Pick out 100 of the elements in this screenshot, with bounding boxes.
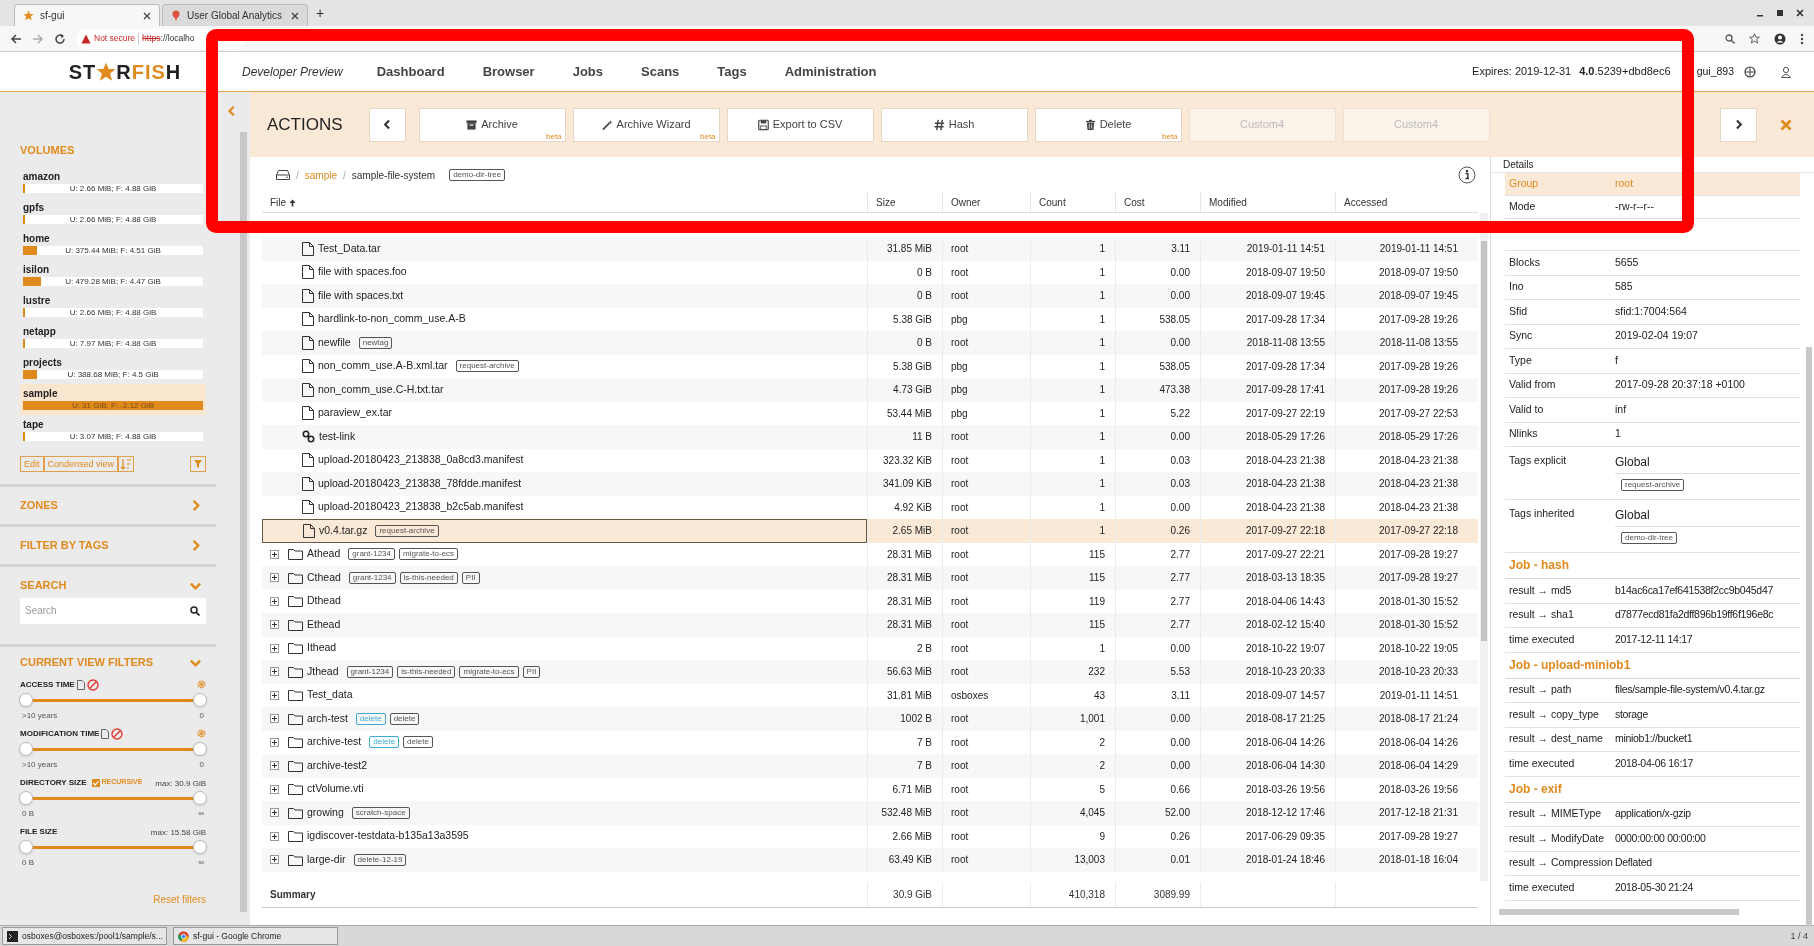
column-header[interactable]: Owner [942,193,1030,212]
tag-chip[interactable]: migrate-to-ecs [459,665,519,678]
detail-row[interactable]: Ino 585 [1505,275,1800,300]
close-icon[interactable] [1796,9,1804,17]
action-button[interactable]: Archive beta [418,107,566,142]
file-name[interactable]: large-dir [307,851,346,868]
table-row[interactable]: large-dir delete-12-19 63.49 KiB root 13,003 0.01 2018-01-24 18:46 2018-01-18 16:04 [262,848,1478,872]
slider-handle[interactable] [193,742,207,756]
column-header[interactable]: Accessed [1335,193,1468,212]
detail-row[interactable]: time executed 2018-04-06 16:17 [1505,752,1800,777]
taskbar-item[interactable]: osboxes@osboxes:/pool1/sample/s... [2,927,167,945]
file-name[interactable]: upload-20180423_213838_78fdde.manifest [318,475,522,492]
tag-chip[interactable]: request-archive [375,524,439,537]
table-row[interactable]: growing scratch-space 532.48 MiB root 4,045 52.00 2018-12-12 17:46 2017-12-18 21:31 [262,801,1478,825]
expand-icon[interactable] [270,714,279,724]
expand-icon[interactable] [270,831,279,841]
expand-icon[interactable] [270,667,279,677]
nav-link[interactable]: Browser [482,61,535,82]
table-row[interactable]: v0.4.tar.gz request-archive 2.65 MiB root 1 0.26 2017-09-27 22:18 2017-09-27 22:18 [262,519,1478,543]
table-row[interactable]: test-link 11 B root 1 0.00 2018-05-29 17:26 2018-05-29 17:26 [262,425,1478,449]
slider-handle[interactable] [19,693,33,707]
volume-item[interactable]: gpfs U: 2.66 MiB; F: 4.88 GiB [20,197,206,229]
tag-chip[interactable]: is-this-needed [399,571,458,584]
table-row[interactable]: Cthead grant-1234 is-this-needed PII 28.31 MiB root 115 2.77 2018-03-13 18:35 2017-09-28 19:27 [262,566,1478,590]
no-entry-icon[interactable] [86,678,99,691]
tag-chip[interactable]: scratch-space [351,806,410,819]
action-button[interactable]: Delete beta [1034,107,1182,142]
file-name[interactable]: ctVolume.vti [307,781,364,798]
expand-icon[interactable] [270,596,279,606]
volume-item[interactable]: lustre U: 2.66 MiB; F: 4.88 GiB [20,290,206,322]
expand-icon[interactable] [270,737,279,747]
browser-tab[interactable]: User Global Analytics [162,4,308,26]
file-name[interactable]: archive-test2 [307,757,368,774]
new-tab-button[interactable]: + [316,2,325,24]
scrollbar[interactable] [1499,909,1739,915]
browser-tab[interactable]: sf-gui [14,4,160,26]
file-name[interactable]: v0.4.tar.gz [319,522,368,539]
slider-handle[interactable] [19,742,33,756]
back-icon[interactable] [10,32,22,45]
nav-link[interactable]: Dashboard [376,61,445,82]
file-name[interactable]: arch-test [307,710,348,727]
detail-row[interactable]: time executed 2017-12-11 14:17 [1505,628,1800,653]
expand-icon[interactable] [270,620,279,630]
expand-icon[interactable] [270,573,279,583]
expand-icon[interactable] [270,784,279,794]
file-name[interactable]: Dthead [307,593,341,610]
file-name[interactable]: Cthead [307,569,341,586]
no-entry-icon[interactable] [111,727,124,740]
table-row[interactable]: upload-20180423_213838_78fdde.manifest 341.09 KiB root 1 0.03 2018-04-23 21:38 2018-04-23 21:38 [262,472,1478,496]
table-row[interactable]: newfile newtag 0 B root 1 0.00 2018-11-08 13:55 2018-11-08 13:55 [262,331,1478,355]
tag-chip[interactable]: request-archive [455,360,519,373]
scrollbar[interactable] [240,132,247,912]
nav-link[interactable]: Jobs [572,61,603,82]
close-icon[interactable] [143,11,151,20]
table-row[interactable]: Ethead 28.31 MiB root 115 2.77 2018-02-12 15:40 2018-01-30 15:52 [262,613,1478,637]
file-name[interactable]: upload-20180423_213838_0a8cd3.manifest [318,452,524,469]
tag-chip[interactable]: delete [389,712,420,725]
table-row[interactable]: Jthead grant-1234 is-this-needed migrate-to-ecs PII 56.63 MiB root 232 5.53 2018-10-23 20:33 2018-10-23 20:33 [262,660,1478,684]
action-button[interactable]: Hash [880,107,1028,142]
file-name[interactable]: Test_Data.tar [318,240,381,257]
column-header[interactable]: File [262,193,867,212]
detail-row[interactable]: Sfid sfid:1:7004:564 [1505,300,1800,325]
account-icon[interactable] [1774,32,1786,45]
maximize-icon[interactable] [1776,9,1784,17]
tag-chip[interactable]: grant-1234 [348,548,395,561]
slider-handle[interactable] [193,791,207,805]
expand-icon[interactable] [270,549,279,559]
table-row[interactable]: file with spaces.txt 0 B root 1 0.00 2018-09-07 19:45 2018-09-07 19:45 [262,284,1478,308]
volume-item[interactable]: sample U: 31 GiB; F: -2.12 GiB [20,383,206,415]
detail-row[interactable]: Sync 2019-02-04 19:07 [1505,324,1800,349]
file-name[interactable]: Test_data [307,687,353,704]
file-name[interactable]: non_comm_use.A-B.xml.tar [318,358,448,375]
tag-chip[interactable]: migrate-to-ecs [399,548,459,561]
file-name[interactable]: growing [307,804,344,821]
file-name[interactable]: newfile [318,334,351,351]
file-name[interactable]: file with spaces.txt [318,287,404,304]
column-header[interactable]: Cost [1115,193,1200,212]
detail-row[interactable]: result → sha1 d7877ecd81fa2dff896b19ff6f196e8c [1505,603,1800,628]
file-name[interactable]: Ethead [307,616,341,633]
slider-handle[interactable] [19,791,33,805]
file-name[interactable]: Athead [307,546,341,563]
tag-chip[interactable]: delete-12-19 [353,853,407,866]
tag-chip[interactable]: PII [461,571,480,584]
globe-icon[interactable] [1744,65,1756,78]
scrollbar[interactable] [1806,347,1812,927]
file-name[interactable]: upload-20180423_213838_b2c5ab.manifest [318,499,524,516]
table-row[interactable]: archive-test2 7 B root 2 0.00 2018-06-04 14:30 2018-06-04 14:29 [262,754,1478,778]
tag-chip[interactable]: newtag [358,336,393,349]
detail-row[interactable]: result → Compression Deflated [1505,851,1800,876]
file-name[interactable]: Jthead [307,663,339,680]
expand-icon[interactable] [270,690,279,700]
volume-item[interactable]: netapp U: 7.97 MiB; F: 4.88 GiB [20,321,206,353]
table-row[interactable]: Test_Data.tar 31.85 MiB root 1 3.11 2019-01-11 14:51 2019-01-11 14:51 [262,237,1478,261]
nav-link[interactable]: Tags [717,61,747,82]
detail-row[interactable]: result → MIMEType application/x-gzip [1505,802,1800,827]
tag-chip[interactable]: demo-dir-tree [449,169,506,181]
volume-item[interactable]: amazon U: 2.66 MiB; F: 4.88 GiB [20,166,206,198]
expand-icon[interactable] [270,643,279,653]
detail-row[interactable]: Valid to inf [1505,398,1800,423]
slider-handle[interactable] [193,693,207,707]
